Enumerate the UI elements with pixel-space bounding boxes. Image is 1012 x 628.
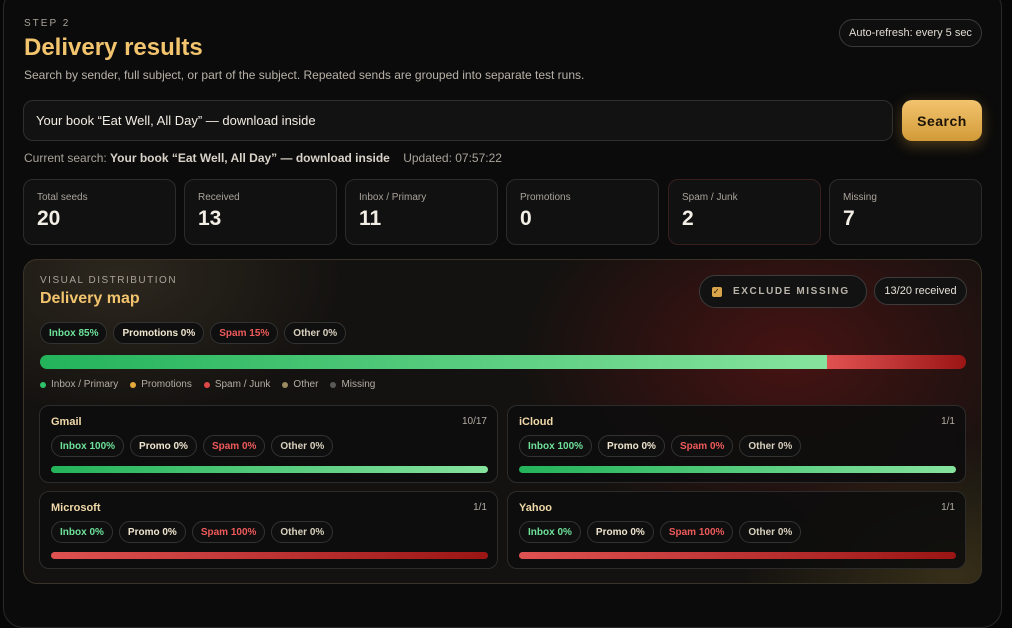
stat-label: Received (198, 192, 240, 203)
provider-count: 10/17 (461, 416, 487, 427)
provider-chips: Inbox 0% Promo 0% Spam 100% Other 0% (519, 521, 802, 543)
chip-other: Other 0% (271, 435, 334, 457)
stat-inbox: Inbox / Primary 11 (345, 179, 498, 245)
chip-spam: Spam 0% (670, 435, 734, 457)
stat-label: Inbox / Primary (359, 192, 427, 203)
chip-other: Other 0% (271, 521, 334, 543)
chip-promo: Promo 0% (598, 435, 665, 457)
legend-item-promotions: Promotions (130, 379, 192, 390)
stat-label: Spam / Junk (682, 192, 738, 203)
chip-spam: Spam 100% (659, 521, 734, 543)
chip-inbox: Inbox 85% (40, 322, 108, 344)
bar-segment-inbox (519, 466, 956, 473)
step-label: STEP 2 (24, 18, 71, 29)
provider-count: 1/1 (941, 502, 955, 513)
chip-spam: Spam 0% (202, 435, 266, 457)
legend-label: Promotions (141, 379, 192, 390)
provider-name: Microsoft (51, 502, 101, 514)
chip-spam: Spam 15% (210, 322, 279, 344)
stat-value: 2 (682, 207, 694, 230)
chip-promotions: Promotions 0% (113, 322, 205, 344)
provider-bar (51, 466, 488, 473)
provider-name: iCloud (519, 416, 554, 428)
exclude-missing-toggle[interactable]: ✓ EXCLUDE MISSING (699, 275, 867, 308)
provider-name: Yahoo (519, 502, 553, 514)
provider-bar (519, 552, 956, 559)
exclude-missing-label: EXCLUDE MISSING (733, 286, 850, 297)
legend-dot-icon (203, 381, 210, 388)
chip-promo: Promo 0% (586, 521, 654, 543)
stat-promotions: Promotions 0 (506, 179, 659, 245)
provider-card-microsoft: Microsoft 1/1 Inbox 0% Promo 0% Spam 100… (39, 491, 498, 569)
chip-other: Other 0% (739, 435, 802, 457)
provider-count: 1/1 (941, 416, 955, 427)
chip-inbox: Inbox 100% (51, 435, 125, 457)
legend: Inbox / Primary Promotions Spam / Junk O… (40, 379, 375, 390)
stat-total-seeds: Total seeds 20 (23, 179, 176, 245)
stat-received: Received 13 (184, 179, 337, 245)
stat-missing: Missing 7 (829, 179, 982, 245)
stat-label: Promotions (520, 192, 571, 203)
updated-time: Updated: 07:57:22 (403, 151, 502, 165)
legend-item-inbox: Inbox / Primary (40, 379, 118, 390)
provider-card-yahoo: Yahoo 1/1 Inbox 0% Promo 0% Spam 100% Ot… (507, 491, 966, 569)
provider-name: Gmail (51, 416, 82, 428)
provider-bar (519, 466, 956, 473)
chip-promo: Promo 0% (118, 521, 186, 543)
received-count-badge: 13/20 received (874, 277, 967, 305)
legend-dot-icon (130, 381, 137, 388)
bar-segment-inbox (40, 355, 828, 369)
provider-chips: Inbox 0% Promo 0% Spam 100% Other 0% (51, 521, 334, 543)
delivery-map-card: VISUAL DISTRIBUTION Delivery map ✓ EXCLU… (23, 259, 982, 584)
stat-value: 7 (843, 207, 855, 230)
bar-segment-spam (519, 552, 956, 559)
provider-card-icloud: iCloud 1/1 Inbox 100% Promo 0% Spam 0% O… (507, 405, 966, 483)
checkbox-checked-icon[interactable]: ✓ (712, 286, 722, 297)
legend-label: Spam / Junk (214, 379, 271, 390)
chip-promo: Promo 0% (130, 435, 197, 457)
chip-other: Other 0% (739, 521, 802, 543)
bar-segment-spam (51, 552, 488, 559)
legend-item-spam: Spam / Junk (203, 379, 271, 390)
provider-chips: Inbox 100% Promo 0% Spam 0% Other 0% (519, 435, 802, 457)
legend-item-missing: Missing (330, 379, 375, 390)
chip-inbox: Inbox 0% (51, 521, 113, 543)
chip-spam: Spam 100% (191, 521, 266, 543)
provider-count: 1/1 (473, 502, 487, 513)
page-title: Delivery results (24, 34, 203, 61)
legend-item-other: Other (282, 379, 318, 390)
legend-dot-icon (330, 381, 337, 388)
current-search-query: Your book “Eat Well, All Day” — download… (110, 151, 390, 165)
delivery-map-title: Delivery map (40, 290, 140, 307)
stat-spam: Spam / Junk 2 (668, 179, 821, 245)
current-search-prefix: Current search: (24, 151, 107, 165)
stat-value: 0 (520, 207, 532, 230)
stat-value: 13 (198, 207, 222, 230)
search-button[interactable]: Search (902, 100, 982, 141)
bar-segment-spam (827, 355, 966, 369)
page-subtitle: Search by sender, full subject, or part … (24, 68, 585, 82)
overall-chips: Inbox 85% Promotions 0% Spam 15% Other 0… (40, 322, 347, 344)
overall-distribution-bar (40, 355, 966, 369)
stat-label: Missing (843, 192, 877, 203)
legend-label: Other (293, 379, 319, 390)
bar-segment-inbox (51, 466, 488, 473)
distribution-kicker: VISUAL DISTRIBUTION (40, 275, 178, 286)
chip-other: Other 0% (284, 322, 347, 344)
current-search: Current search: Your book “Eat Well, All… (24, 151, 502, 165)
stat-label: Total seeds (37, 192, 88, 203)
chip-inbox: Inbox 0% (519, 521, 581, 543)
legend-dot-icon (40, 381, 46, 388)
search-input[interactable] (23, 100, 893, 141)
provider-bar (51, 552, 488, 559)
stat-value: 11 (359, 207, 382, 230)
chip-inbox: Inbox 100% (519, 435, 593, 457)
provider-chips: Inbox 100% Promo 0% Spam 0% Other 0% (51, 435, 334, 457)
legend-label: Inbox / Primary (51, 379, 119, 390)
autorefresh-badge: Auto-refresh: every 5 sec (839, 19, 982, 47)
provider-card-gmail: Gmail 10/17 Inbox 100% Promo 0% Spam 0% … (39, 405, 498, 483)
legend-dot-icon (282, 381, 289, 388)
stat-value: 20 (37, 207, 61, 230)
legend-label: Missing (341, 379, 376, 390)
